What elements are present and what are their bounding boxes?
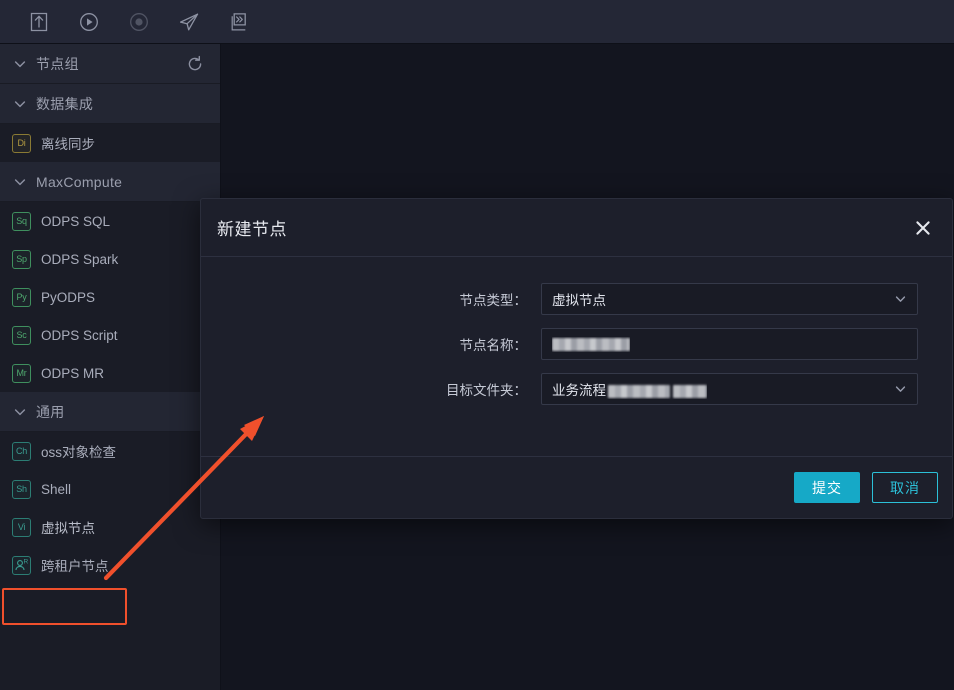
form-row-node-name: 节点名称：: [201, 328, 952, 360]
target-folder-value: 业务流程: [552, 379, 707, 399]
dialog-body: 节点类型： 虚拟节点 节点名称： 目标文件夹： 业务流程: [201, 257, 952, 457]
target-folder-prefix: 业务流程: [552, 383, 606, 398]
sidebar-item-label: ODPS SQL: [41, 213, 111, 229]
sidebar-item-label: 跨租户节点: [41, 559, 109, 574]
chevron-down-icon: [12, 56, 28, 72]
run-button[interactable]: [64, 0, 114, 44]
node-type-badge-vi: Vi: [12, 517, 31, 537]
target-folder-label: 目标文件夹：: [446, 383, 527, 398]
form-row-node-type: 节点类型： 虚拟节点: [201, 283, 952, 315]
go-to-operation-button[interactable]: [214, 0, 264, 44]
upload-box-icon: [28, 11, 50, 33]
node-type-badge-mr: Mr: [12, 363, 31, 383]
node-type-select[interactable]: 虚拟节点: [541, 283, 918, 315]
close-icon[interactable]: [910, 215, 936, 241]
dialog-title: 新建节点: [217, 220, 287, 239]
node-type-badge-cross-tenant: R: [12, 555, 31, 575]
new-node-dialog: 新建节点 节点类型： 虚拟节点 节点名称： 目标文件夹： 业务流程 提交 取消: [200, 198, 953, 519]
sidebar-group-header-data-integration[interactable]: 数据集成: [0, 84, 220, 124]
sidebar-item-label: ODPS Script: [41, 327, 118, 343]
sidebar-group-label: 通用: [36, 403, 65, 420]
paper-plane-icon: [177, 10, 201, 34]
redacted-text: [608, 384, 670, 398]
redacted-text: [552, 338, 630, 352]
cancel-button[interactable]: 取消: [872, 472, 938, 503]
save-upload-button[interactable]: [14, 0, 64, 44]
refresh-icon[interactable]: [186, 55, 204, 73]
chevron-down-icon: [12, 404, 28, 420]
sidebar-item-cross-tenant-node[interactable]: R 跨租户节点: [0, 546, 220, 584]
sidebar-item-virtual-node[interactable]: Vi 虚拟节点: [0, 508, 220, 546]
forward-pages-icon: [228, 11, 250, 33]
sidebar-item-odps-sql[interactable]: Sq ODPS SQL: [0, 202, 220, 240]
node-name-label: 节点名称：: [459, 338, 528, 353]
sidebar-item-label: 虚拟节点: [41, 521, 95, 536]
node-type-badge-sh: Sh: [12, 479, 31, 499]
svg-text:R: R: [24, 558, 29, 565]
dialog-footer: 提交 取消: [201, 456, 952, 518]
sidebar-group-label: MaxCompute: [36, 173, 123, 190]
sidebar-group-header-maxcompute[interactable]: MaxCompute: [0, 162, 220, 202]
sidebar-item-odps-mr[interactable]: Mr ODPS MR: [0, 354, 220, 392]
redacted-text: [673, 384, 707, 398]
target-folder-select[interactable]: 业务流程: [541, 373, 918, 405]
sidebar-item-oss-object-check[interactable]: Ch oss对象检查: [0, 432, 220, 470]
app-root: 节点组 数据集成 Di 离线同步 MaxCompute Sq ODPS SQL …: [0, 0, 954, 690]
form-row-target-folder: 目标文件夹： 业务流程: [201, 373, 952, 405]
node-type-badge-sc: Sc: [12, 325, 31, 345]
sidebar-item-offline-sync[interactable]: Di 离线同步: [0, 124, 220, 162]
sidebar-header-label: 节点组: [36, 55, 79, 72]
node-type-value: 虚拟节点: [552, 293, 606, 308]
top-toolbar: [0, 0, 954, 44]
node-type-badge-sq: Sq: [12, 211, 31, 231]
dialog-header: 新建节点: [201, 199, 952, 257]
stop-button[interactable]: [114, 0, 164, 44]
node-type-badge-sp: Sp: [12, 249, 31, 269]
chevron-down-icon: [12, 174, 28, 190]
node-palette-sidebar: 节点组 数据集成 Di 离线同步 MaxCompute Sq ODPS SQL …: [0, 44, 221, 690]
sidebar-item-shell[interactable]: Sh Shell: [0, 470, 220, 508]
sidebar-group-header-general[interactable]: 通用: [0, 392, 220, 432]
sidebar-item-odps-spark[interactable]: Sp ODPS Spark: [0, 240, 220, 278]
sidebar-item-label: ODPS Spark: [41, 251, 119, 267]
sidebar-item-label: PyODPS: [41, 289, 96, 305]
sidebar-group-label: 数据集成: [36, 95, 94, 112]
sidebar-item-label: oss对象检查: [41, 445, 117, 460]
submit-send-button[interactable]: [164, 0, 214, 44]
node-name-value: [552, 337, 630, 352]
node-type-badge-di: Di: [12, 133, 31, 153]
chevron-down-icon: [894, 293, 907, 306]
node-name-input[interactable]: [541, 328, 918, 360]
node-type-label: 节点类型：: [459, 293, 528, 308]
sidebar-item-label: ODPS MR: [41, 365, 105, 381]
node-type-badge-ch: Ch: [12, 441, 31, 461]
chevron-down-icon: [894, 383, 907, 396]
play-circle-icon: [78, 11, 100, 33]
node-type-badge-py: Py: [12, 287, 31, 307]
sidebar-item-odps-script[interactable]: Sc ODPS Script: [0, 316, 220, 354]
stop-circle-icon: [128, 11, 150, 33]
chevron-down-icon: [12, 96, 28, 112]
sidebar-header-node-group[interactable]: 节点组: [0, 44, 220, 84]
submit-button[interactable]: 提交: [794, 472, 860, 503]
sidebar-item-pyodps[interactable]: Py PyODPS: [0, 278, 220, 316]
sidebar-item-label: 离线同步: [41, 137, 95, 152]
sidebar-item-label: Shell: [41, 481, 72, 497]
